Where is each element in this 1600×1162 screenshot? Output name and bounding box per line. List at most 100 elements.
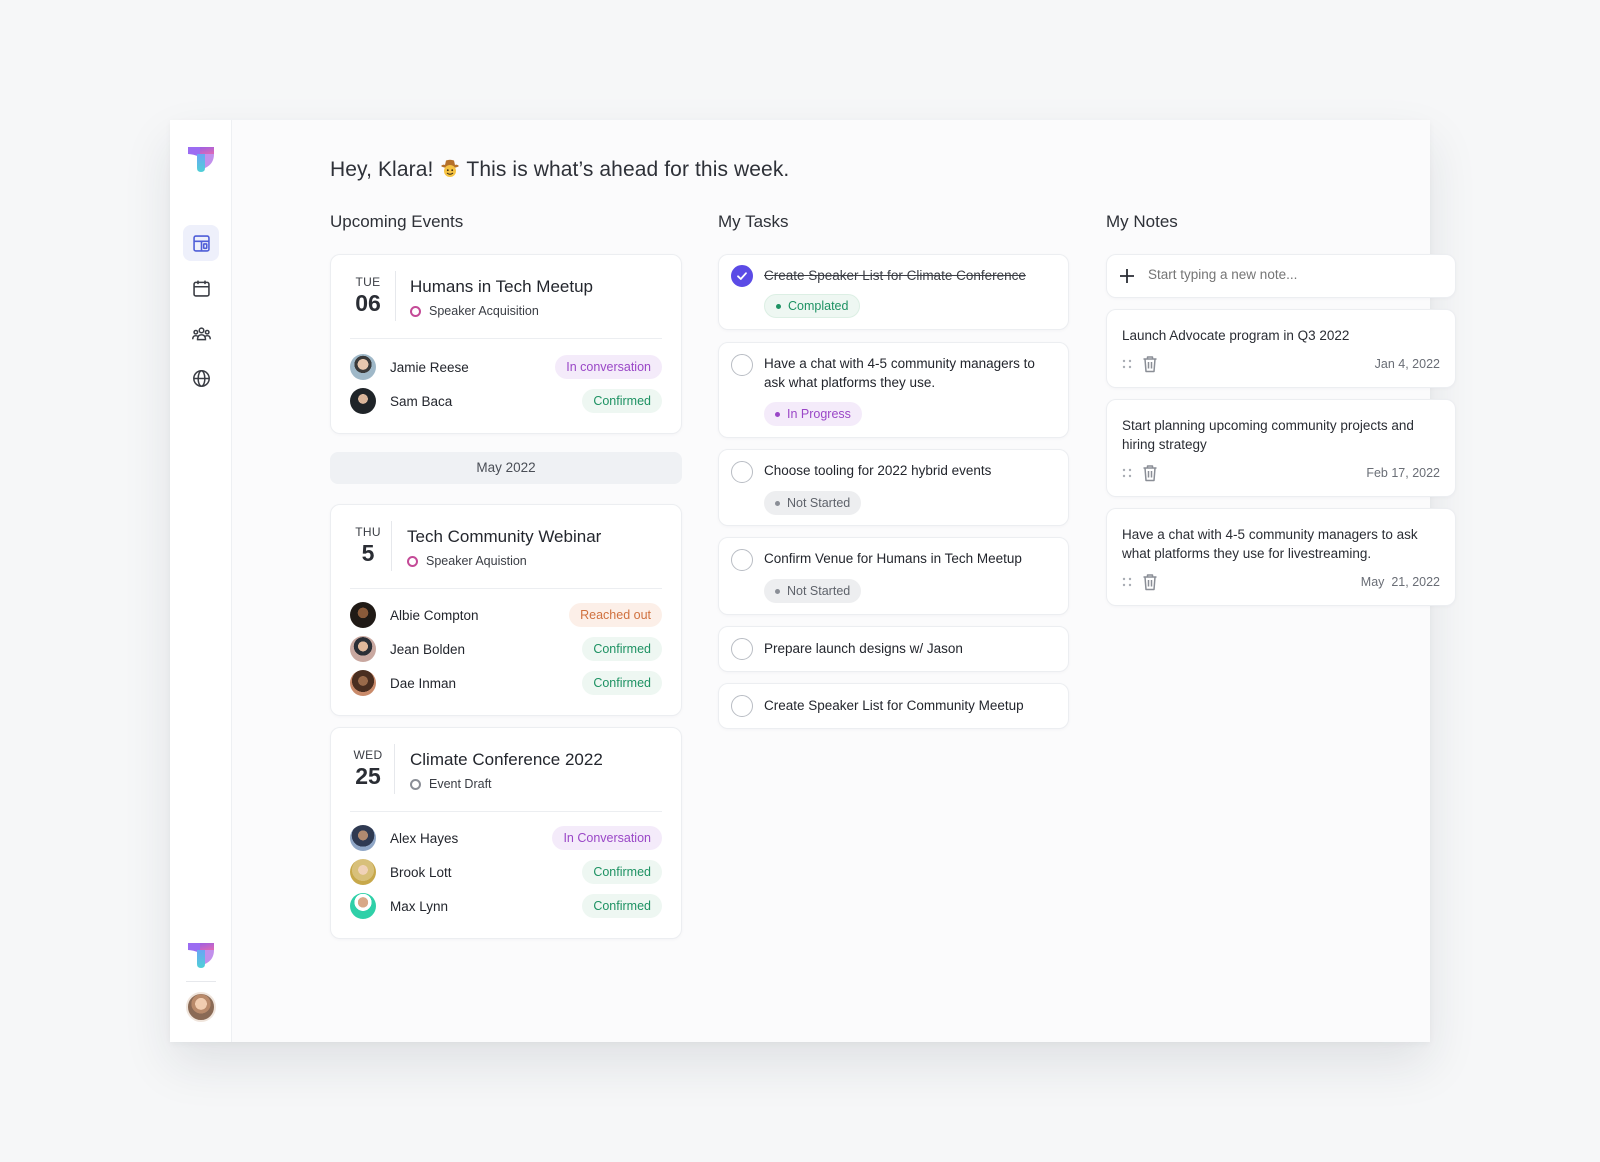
task-checkbox[interactable] <box>731 695 753 717</box>
drag-handle-icon[interactable] <box>1122 467 1132 479</box>
note-date: Jan 4, 2022 <box>1374 357 1440 371</box>
dashboard-icon <box>192 234 210 252</box>
note-text: Have a chat with 4-5 community managers … <box>1122 527 1418 561</box>
app-logo-icon[interactable] <box>185 142 217 174</box>
note-text: Launch Advocate program in Q3 2022 <box>1122 328 1350 343</box>
task-card[interactable]: Create Speaker List for Community Meetup <box>718 683 1069 729</box>
workspace-logo-icon[interactable] <box>185 938 217 970</box>
note-card[interactable]: Have a chat with 4-5 community managers … <box>1106 508 1456 606</box>
task-checkbox[interactable] <box>731 265 753 287</box>
calendar-icon <box>192 280 210 297</box>
event-day: 25 <box>355 763 381 789</box>
event-separator <box>350 338 662 339</box>
attendee-avatar <box>350 893 376 919</box>
event-day-of-week: THU <box>355 525 381 539</box>
attendee-name: Albie Compton <box>390 607 479 623</box>
event-tag-label: Event Draft <box>429 777 492 791</box>
attendee-name: Jean Bolden <box>390 641 466 657</box>
nav-community[interactable] <box>183 315 219 351</box>
trash-icon[interactable] <box>1142 464 1158 482</box>
event-title: Climate Conference 2022 <box>410 750 603 769</box>
task-card[interactable]: Choose tooling for 2022 hybrid events No… <box>718 449 1069 526</box>
attendee-status-badge: Confirmed <box>582 860 662 884</box>
new-note-field[interactable] <box>1106 254 1456 298</box>
event-tag: Event Draft <box>410 777 492 791</box>
note-footer: Jan 4, 2022 <box>1122 354 1440 374</box>
task-checkbox[interactable] <box>731 354 753 376</box>
attendee-name: Dae Inman <box>390 675 457 691</box>
attendee-avatar <box>350 636 376 662</box>
task-text: Choose tooling for 2022 hybrid events <box>764 463 992 478</box>
task-text: Prepare launch designs w/ Jason <box>764 641 963 656</box>
globe-icon <box>192 369 210 387</box>
drag-handle-icon[interactable] <box>1122 576 1132 588</box>
greeting-suffix: This is what’s ahead for this week. <box>466 158 790 181</box>
task-card[interactable]: Have a chat with 4-5 community managers … <box>718 342 1069 438</box>
note-footer: Feb 17, 2022 <box>1122 463 1440 483</box>
attendee-avatar <box>350 670 376 696</box>
attendee-avatar <box>350 602 376 628</box>
task-text: Confirm Venue for Humans in Tech Meetup <box>764 551 1022 566</box>
note-footer: May 21, 2022 <box>1122 572 1440 592</box>
status-ring-icon <box>410 305 421 317</box>
task-checkbox[interactable] <box>731 549 753 571</box>
attendee-status-badge: Reached out <box>569 603 662 627</box>
attendee-name: Max Lynn <box>390 898 449 914</box>
attendee-status-badge: Confirmed <box>582 671 662 695</box>
attendee-name: Jamie Reese <box>390 359 469 375</box>
event-day: 5 <box>361 540 375 566</box>
note-date: May 21, 2022 <box>1360 575 1440 589</box>
task-checkbox[interactable] <box>731 461 753 483</box>
attendee-row[interactable]: Dae Inman Confirmed <box>350 669 662 697</box>
event-divider <box>394 744 395 794</box>
event-card[interactable]: WED 25 Climate Conference 2022 Event Dra… <box>330 727 682 939</box>
event-title: Humans in Tech Meetup <box>410 277 594 296</box>
attendee-row[interactable]: Brook Lott Confirmed <box>350 858 662 886</box>
nav-calendar[interactable] <box>183 270 219 306</box>
greeting: Hey, Klara! This is what’s ahead for thi… <box>330 158 789 182</box>
task-card[interactable]: Confirm Venue for Humans in Tech Meetup … <box>718 537 1069 615</box>
main-content: Hey, Klara! This is what’s ahead for thi… <box>232 120 1456 1042</box>
attendee-status-badge: Confirmed <box>582 894 662 918</box>
checkmark-icon <box>737 272 747 280</box>
attendee-status-badge: Confirmed <box>582 637 662 661</box>
attendee-name: Brook Lott <box>390 864 452 880</box>
trash-icon[interactable] <box>1142 573 1158 591</box>
attendee-row[interactable]: Sam Baca Confirmed <box>350 387 662 415</box>
plus-icon[interactable] <box>1119 268 1135 284</box>
nav-dashboard[interactable] <box>183 225 219 261</box>
drag-handle-icon[interactable] <box>1122 358 1132 370</box>
event-card[interactable]: THU 5 Tech Community Webinar Speaker Aqu… <box>330 504 682 716</box>
event-tag: Speaker Aquistion <box>407 554 527 568</box>
task-card[interactable]: Create Speaker List for Climate Conferen… <box>718 254 1069 330</box>
task-status-badge: In Progress <box>764 402 862 426</box>
status-ring-icon <box>410 778 421 790</box>
note-card[interactable]: Start planning upcoming community projec… <box>1106 399 1456 497</box>
task-card[interactable]: Prepare launch designs w/ Jason <box>718 626 1069 672</box>
attendee-status-badge: In conversation <box>555 355 662 379</box>
new-note-input[interactable] <box>1148 267 1428 282</box>
app-window: Hey, Klara! This is what’s ahead for thi… <box>170 120 1456 1042</box>
task-text: Have a chat with 4-5 community managers … <box>764 356 1035 390</box>
attendee-row[interactable]: Albie Compton Reached out <box>350 601 662 629</box>
event-divider <box>391 521 392 571</box>
note-card[interactable]: Launch Advocate program in Q3 2022 Jan 4… <box>1106 309 1456 388</box>
event-card[interactable]: TUE 06 Humans in Tech Meetup Speaker Acq… <box>330 254 682 434</box>
task-checkbox[interactable] <box>731 638 753 660</box>
event-divider <box>395 271 396 321</box>
event-tag-label: Speaker Acquisition <box>429 304 539 318</box>
attendee-status-badge: In Conversation <box>552 826 662 850</box>
event-separator <box>350 588 662 589</box>
attendee-row[interactable]: Max Lynn Confirmed <box>350 892 662 920</box>
attendee-row[interactable]: Alex Hayes In Conversation <box>350 824 662 852</box>
attendee-avatar <box>350 354 376 380</box>
task-text: Create Speaker List for Climate Conferen… <box>764 268 1026 283</box>
sidebar <box>170 120 232 1042</box>
attendee-row[interactable]: Jean Bolden Confirmed <box>350 635 662 663</box>
user-avatar[interactable] <box>186 992 216 1022</box>
greeting-prefix: Hey, Klara! <box>330 158 434 181</box>
trash-icon[interactable] <box>1142 355 1158 373</box>
event-day-of-week: WED <box>353 748 383 762</box>
nav-globe[interactable] <box>183 360 219 396</box>
attendee-row[interactable]: Jamie Reese In conversation <box>350 353 662 381</box>
